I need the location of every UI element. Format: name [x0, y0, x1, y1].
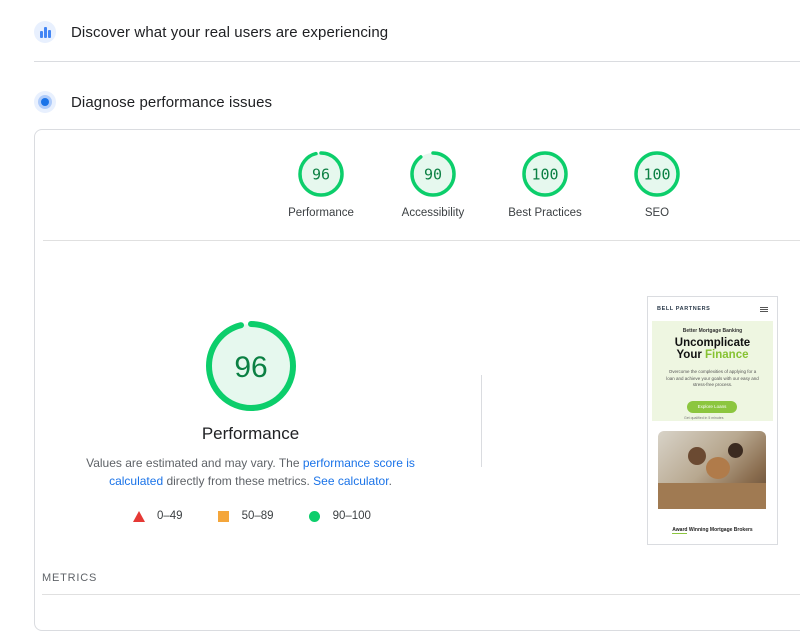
screenshot-subheading: Better Mortgage Banking: [682, 328, 743, 334]
gauge-label: Accessibility: [401, 207, 465, 219]
users-chart-icon: [34, 21, 56, 43]
desc-text: directly from these metrics.: [163, 474, 314, 488]
final-screenshot[interactable]: BELL PARTNERS Better Mortgage Banking Un…: [647, 296, 778, 545]
headline-accent: Finance: [705, 349, 749, 361]
footer-text: Winning Mortgage Brokers: [687, 527, 753, 533]
legend-label: 50–89: [241, 510, 274, 522]
lighthouse-icon: [34, 91, 56, 113]
footer-accent: Award: [672, 527, 688, 534]
metrics-divider: [42, 594, 800, 595]
metrics-header: METRICS: [42, 572, 98, 584]
screenshot-body: Overcome the complexities of applying fo…: [666, 369, 759, 387]
legend-label: 90–100: [332, 510, 371, 522]
gauge-performance[interactable]: 96 Performance: [265, 150, 377, 219]
legend-pass: 90–100: [308, 510, 371, 522]
screenshot-footer: Award Winning Mortgage Brokers: [648, 527, 777, 534]
vertical-divider: [481, 375, 482, 467]
screenshot-note: Get qualified in 5 minutes: [684, 416, 724, 420]
legend-label: 0–49: [157, 510, 183, 522]
screenshot-nav: BELL PARTNERS: [648, 297, 777, 321]
diagnose-section-header[interactable]: Diagnose performance issues: [34, 91, 272, 113]
performance-description: Values are estimated and may vary. The p…: [60, 454, 441, 490]
screenshot-hero: Better Mortgage Banking Uncomplicate You…: [652, 321, 773, 421]
screenshot-headline: Uncomplicate Your Finance: [652, 337, 773, 361]
headline-line: Uncomplicate: [674, 337, 751, 349]
score-value: 90: [424, 166, 442, 184]
crux-section-header[interactable]: Discover what your real users are experi…: [34, 21, 388, 43]
family-photo: [658, 431, 766, 509]
score-ring: 90: [410, 151, 456, 197]
gauge-label: SEO: [644, 207, 670, 219]
gauges-divider: [43, 240, 800, 241]
lighthouse-report-card: 96 Performance 90 Accessibility 100 Best…: [34, 129, 800, 631]
score-value: 96: [312, 166, 330, 184]
screenshot-button: Explore Loans: [687, 401, 737, 413]
triangle-icon: [133, 510, 145, 522]
legend-average: 50–89: [217, 510, 274, 522]
gauge-accessibility[interactable]: 90 Accessibility: [377, 150, 489, 219]
diagnose-section-title: Diagnose performance issues: [71, 93, 273, 111]
score-value: 100: [531, 166, 558, 184]
headline-line: Your: [676, 349, 706, 361]
gauge-seo[interactable]: 100 SEO: [601, 150, 713, 219]
score-ring: 100: [522, 151, 568, 197]
performance-score-gauge: 96: [206, 321, 296, 411]
desc-text: Values are estimated and may vary. The: [86, 456, 303, 470]
performance-score-value: 96: [234, 351, 267, 384]
hamburger-icon: [760, 308, 768, 310]
category-gauges: 96 Performance 90 Accessibility 100 Best…: [265, 150, 713, 219]
score-legend: 0–49 50–89 90–100: [133, 510, 406, 522]
legend-fail: 0–49: [133, 510, 183, 522]
desc-text: .: [388, 474, 392, 488]
circle-icon: [308, 510, 320, 522]
square-icon: [217, 510, 229, 522]
score-ring: 96: [298, 151, 344, 197]
section-divider: [34, 61, 800, 62]
score-value: 100: [643, 166, 670, 184]
performance-title: Performance: [201, 424, 300, 443]
gauge-best-practices[interactable]: 100 Best Practices: [489, 150, 601, 219]
see-calculator-link[interactable]: See calculator: [313, 474, 388, 488]
crux-section-title: Discover what your real users are experi…: [71, 23, 389, 41]
score-ring: 100: [634, 151, 680, 197]
gauge-label: Best Practices: [508, 207, 582, 219]
screenshot-brand: BELL PARTNERS: [657, 306, 711, 312]
gauge-label: Performance: [288, 207, 354, 219]
